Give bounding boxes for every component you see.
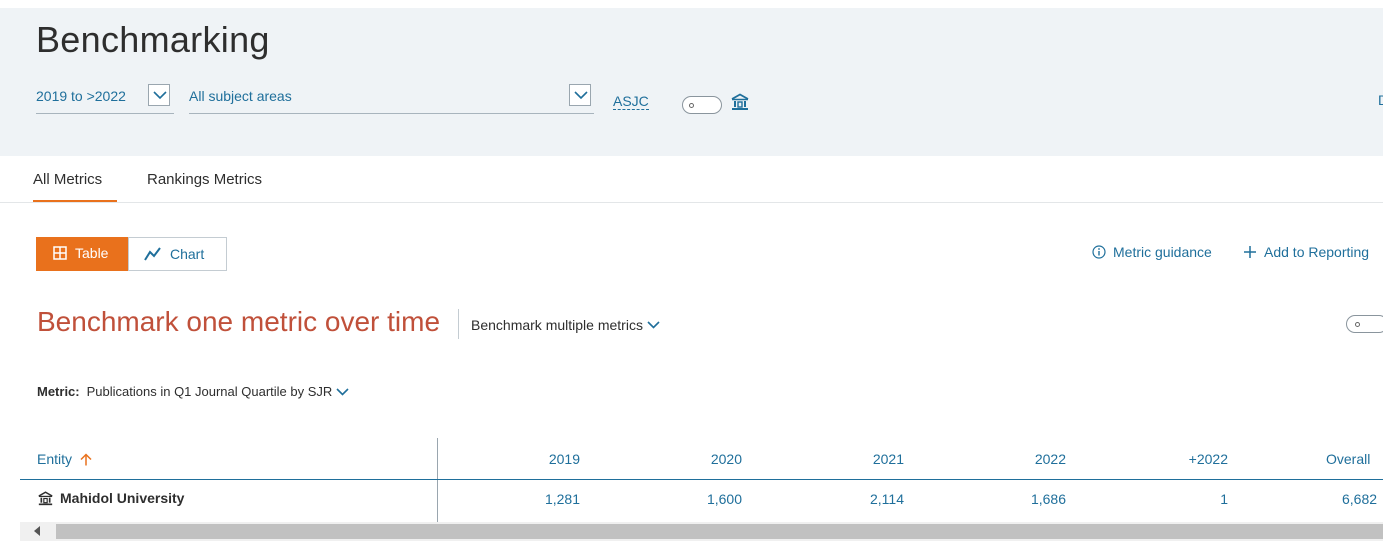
year-range-dropdown-button[interactable] [148, 84, 170, 106]
metric-guidance-label: Metric guidance [1113, 244, 1212, 260]
toggle-knob [1355, 322, 1360, 327]
column-header-entity[interactable]: Entity [37, 451, 92, 467]
institution-toggle[interactable] [682, 96, 722, 114]
tabs-divider [0, 202, 1383, 203]
year-range-select[interactable]: 2019 to >2022 [36, 84, 174, 114]
benchmark-multiple-metrics-dropdown[interactable]: Benchmark multiple metrics [471, 317, 660, 333]
sort-ascending-icon [80, 452, 92, 465]
column-header-after-2022[interactable]: +2022 [1148, 451, 1228, 467]
entity-column-divider [437, 438, 438, 522]
info-icon [1092, 245, 1106, 259]
chart-view-label: Chart [170, 246, 205, 262]
scroll-left-icon[interactable] [34, 526, 40, 536]
heading-divider [458, 309, 459, 339]
table-cell-2020[interactable]: 1,600 [662, 491, 742, 507]
chevron-down-icon [336, 387, 349, 396]
chevron-down-icon [574, 91, 588, 100]
institution-icon [38, 490, 53, 505]
metric-label: Metric: [37, 384, 80, 399]
table-header-rule [20, 479, 1383, 480]
benchmark-mode-title: Benchmark one metric over time [37, 306, 441, 337]
metric-selector[interactable]: Metric: Publications in Q1 Journal Quart… [37, 384, 349, 399]
tab-all-metrics[interactable]: All Metrics [33, 171, 102, 188]
chevron-down-icon [647, 321, 660, 329]
column-header-2021[interactable]: 2021 [824, 451, 904, 467]
toggle-knob [689, 103, 694, 108]
display-toggle[interactable] [1346, 315, 1383, 333]
page-title: Benchmarking [36, 19, 270, 60]
column-header-2020[interactable]: 2020 [662, 451, 742, 467]
chevron-down-icon [153, 91, 167, 100]
scrollbar-thumb[interactable] [56, 524, 1383, 539]
add-to-reporting-button[interactable]: Add to Reporting [1243, 244, 1369, 260]
year-range-value: 2019 to >2022 [36, 88, 126, 104]
table-cell-2019[interactable]: 1,281 [500, 491, 580, 507]
table-grid-icon [53, 246, 67, 260]
entity-name: Mahidol University [60, 490, 185, 506]
table-cell-after-2022[interactable]: 1 [1148, 491, 1228, 507]
subject-area-dropdown-button[interactable] [569, 84, 591, 106]
header-edge-link[interactable]: D [1378, 92, 1383, 108]
table-cell-2022[interactable]: 1,686 [986, 491, 1066, 507]
table-cell-overall[interactable]: 6,682 [1342, 491, 1377, 507]
table-row-entity[interactable]: Mahidol University [37, 490, 184, 506]
tab-rankings-metrics[interactable]: Rankings Metrics [147, 171, 262, 188]
subject-area-select[interactable]: All subject areas [189, 84, 594, 114]
plus-icon [1244, 246, 1256, 258]
line-chart-icon [144, 247, 161, 261]
asjc-classification-link[interactable]: ASJC [613, 93, 649, 110]
add-to-reporting-label: Add to Reporting [1264, 244, 1370, 260]
table-view-label: Table [75, 245, 109, 261]
subject-area-value: All subject areas [189, 88, 292, 104]
column-header-2019[interactable]: 2019 [500, 451, 580, 467]
benchmark-multiple-metrics-label: Benchmark multiple metrics [471, 317, 643, 333]
chart-view-button[interactable]: Chart [128, 237, 227, 271]
table-cell-2021[interactable]: 2,114 [824, 491, 904, 507]
table-view-button[interactable]: Table [36, 237, 129, 271]
metric-value: Publications in Q1 Journal Quartile by S… [86, 384, 333, 399]
column-header-2022[interactable]: 2022 [986, 451, 1066, 467]
institution-icon [731, 93, 749, 110]
column-header-label: Entity [37, 451, 73, 467]
metric-guidance-link[interactable]: Metric guidance [1092, 244, 1212, 260]
column-header-overall[interactable]: Overall [1326, 451, 1370, 467]
